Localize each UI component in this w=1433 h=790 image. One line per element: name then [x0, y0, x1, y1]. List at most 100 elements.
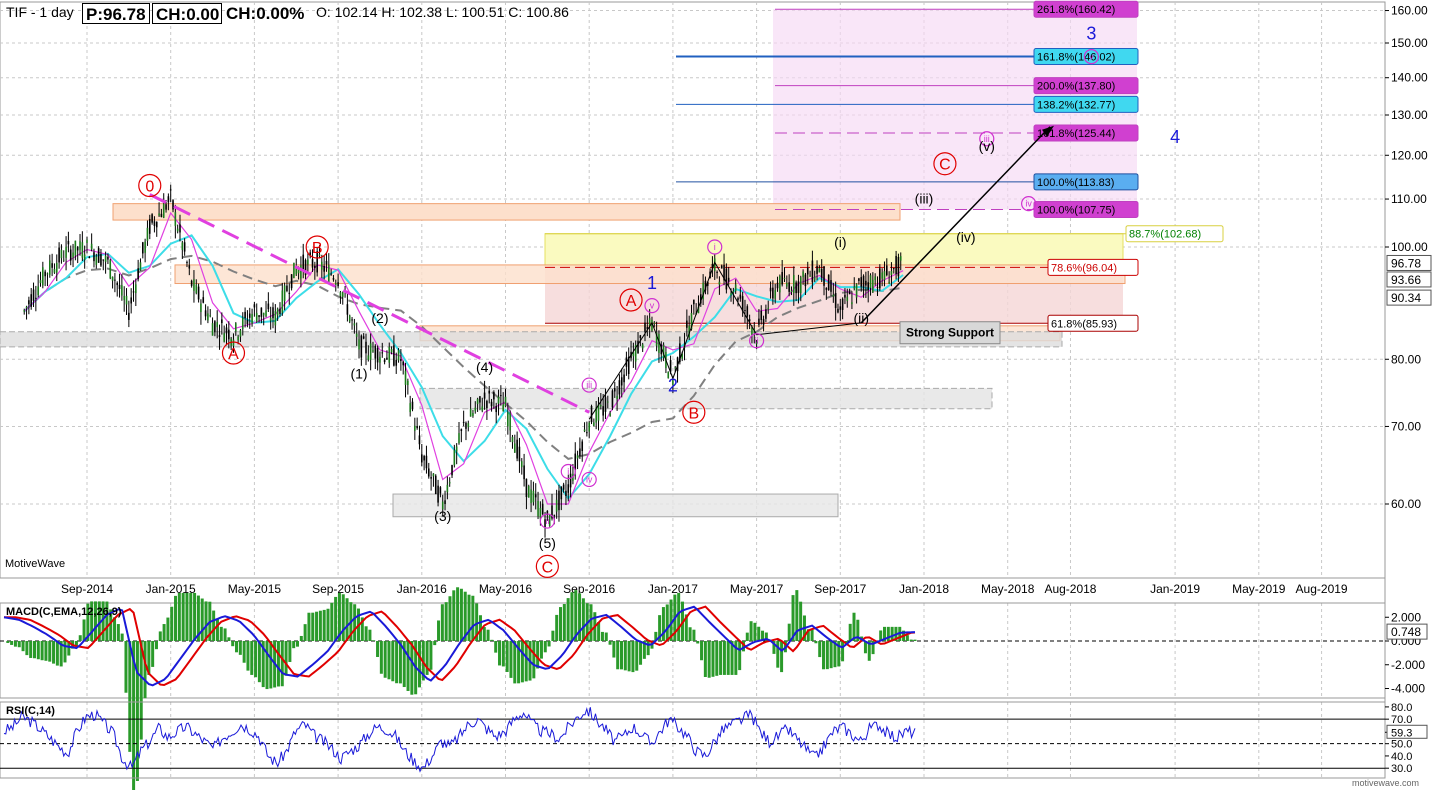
candle-body — [42, 267, 44, 286]
candle-body — [402, 361, 404, 366]
candle-body — [267, 303, 270, 310]
price-readout: P:96.78 — [82, 3, 150, 24]
candle-body — [653, 322, 656, 324]
candle-body — [495, 406, 497, 413]
candle-body — [816, 265, 818, 274]
candle-body — [462, 421, 465, 423]
candle-body — [28, 300, 30, 305]
candle-body — [609, 413, 611, 417]
candle-body — [146, 227, 149, 241]
candle-body — [579, 448, 581, 456]
rsi-tick-label: 70.0 — [1391, 714, 1412, 726]
macd-hist-bar — [692, 629, 696, 641]
candle-body — [460, 429, 463, 432]
candle-body — [58, 247, 60, 263]
wave-label: 4 — [1170, 127, 1180, 147]
candle-body — [107, 256, 109, 260]
candle-body — [253, 304, 256, 308]
macd-hist-bar — [55, 641, 59, 666]
candle-body — [853, 286, 856, 289]
candle-body — [718, 281, 721, 285]
wave-label: C — [939, 157, 951, 174]
candle-body — [574, 453, 577, 470]
macd-hist-bar — [448, 596, 452, 641]
macd-hist-bar — [6, 641, 10, 643]
candle-body — [393, 345, 395, 366]
macd-hist-bar — [810, 629, 814, 641]
candle-body — [386, 357, 388, 360]
candle-body — [448, 481, 451, 484]
candle-body — [534, 494, 537, 498]
candle-body — [209, 315, 212, 317]
candle-body — [858, 278, 860, 281]
candle-body — [421, 454, 423, 463]
macd-hist-bar — [745, 632, 749, 641]
y-tick-label: 60.00 — [1391, 497, 1421, 511]
macd-hist-bar — [700, 641, 704, 661]
macd-hist-bar — [780, 641, 784, 673]
candle-body — [720, 265, 723, 269]
candle-body — [93, 252, 95, 262]
macd-hist-bar — [257, 641, 261, 683]
macd-hist-bar — [841, 641, 845, 662]
macd-hist-bar — [330, 602, 334, 641]
candle-body — [423, 456, 425, 461]
candle-body — [765, 309, 767, 319]
candle-body — [830, 279, 832, 292]
wave-label: i — [567, 467, 569, 477]
candle-body — [593, 422, 595, 426]
candle-body — [241, 317, 244, 329]
candle-body — [307, 259, 309, 265]
candle-body — [514, 443, 516, 453]
macd-hist-bar — [440, 604, 444, 641]
macd-hist-bar — [280, 641, 284, 687]
y-tick-label: 100.00 — [1391, 240, 1428, 254]
x-tick-label: Jan-2016 — [397, 582, 447, 596]
candle-body — [490, 401, 493, 407]
axis-price-label: 96.78 — [1391, 256, 1421, 270]
candle-body — [418, 435, 421, 445]
candle-body — [248, 313, 251, 318]
macd-hist-bar — [193, 592, 197, 641]
candle-body — [839, 306, 842, 310]
macd-hist-bar — [376, 641, 380, 657]
fib-label: 61.8%(85.93) — [1051, 318, 1117, 330]
macd-hist-bar — [21, 641, 25, 652]
y-tick-label: 140.00 — [1391, 71, 1428, 85]
candle-body — [32, 289, 35, 301]
macd-hist-bar — [25, 641, 29, 656]
candle-body — [793, 275, 795, 294]
x-tick-label: Jan-2018 — [899, 582, 949, 596]
change-pct-readout: CH:0.00% — [226, 4, 305, 23]
macd-hist-bar — [829, 641, 833, 669]
candle-body — [367, 355, 370, 360]
y-tick-label: 160.00 — [1391, 4, 1428, 18]
macd-hist-bar — [429, 641, 433, 670]
macd-hist-bar — [395, 641, 399, 684]
macd-hist-bar — [501, 641, 505, 667]
candle-body — [532, 490, 535, 503]
candle-body — [446, 484, 449, 493]
macd-hist-bar — [372, 640, 376, 641]
candle-body — [837, 308, 839, 313]
macd-hist-bar — [32, 641, 36, 659]
macd-hist-bar — [417, 641, 421, 688]
macd-hist-bar — [135, 641, 139, 781]
macd-hist-bar — [433, 641, 437, 646]
wave-label: ii — [545, 516, 549, 526]
candle-body — [425, 455, 428, 469]
candle-body — [862, 275, 865, 288]
candle-body — [339, 292, 342, 297]
candle-body — [260, 307, 263, 317]
candle-body — [153, 221, 156, 226]
macd-hist-bar — [456, 587, 460, 641]
rsi-tick-label: 50.0 — [1391, 739, 1412, 751]
macd-hist-bar — [581, 598, 585, 641]
macd-hist-bar — [29, 641, 33, 658]
candle-body — [228, 329, 230, 340]
macd-hist-bar — [276, 641, 280, 687]
rsi-tick-label: 30.0 — [1391, 763, 1412, 775]
candle-body — [881, 272, 883, 279]
y-tick-label: 130.00 — [1391, 108, 1428, 122]
macd-hist-bar — [265, 641, 269, 690]
